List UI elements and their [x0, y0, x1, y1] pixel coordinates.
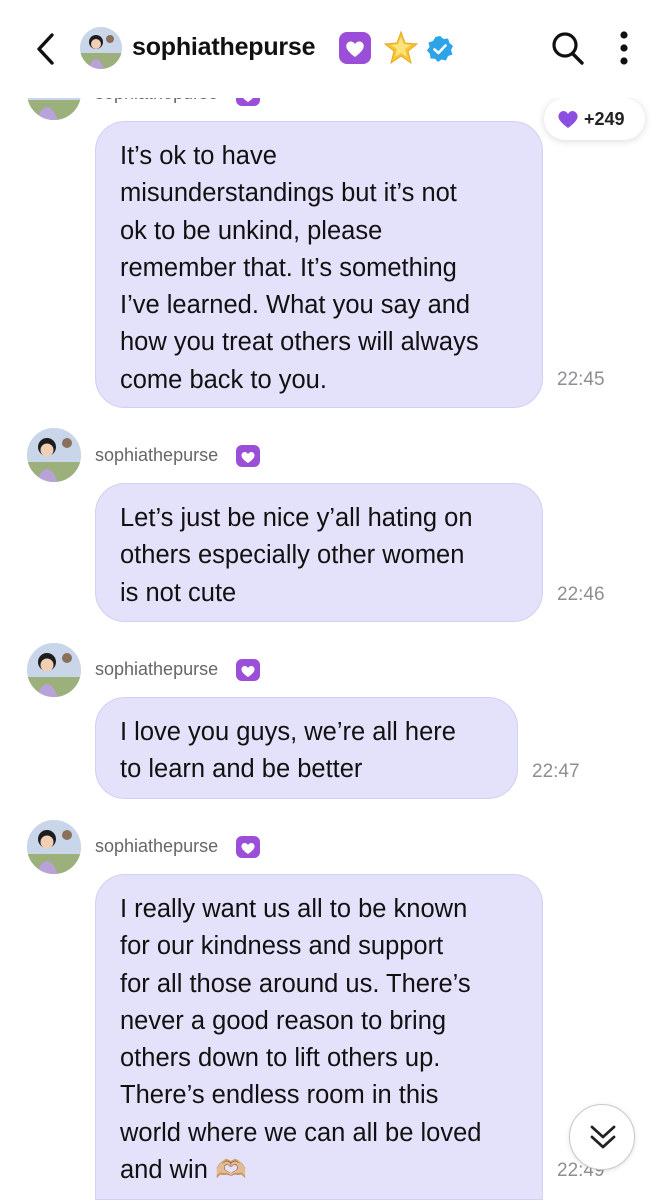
sender-avatar[interactable] — [27, 428, 81, 482]
more-options-button[interactable] — [612, 28, 636, 68]
sender-avatar[interactable] — [27, 820, 81, 874]
reaction-count: +249 — [584, 109, 625, 129]
message-bubble[interactable]: I love you guys, we’re all here to learn… — [95, 697, 518, 799]
search-icon — [552, 32, 584, 65]
sender-name: sophiathepurse — [95, 836, 219, 856]
verified-badge-icon — [427, 36, 453, 62]
purple-heart-icon — [558, 111, 578, 128]
message-time: 22:46 — [557, 584, 605, 605]
star-icon — [383, 30, 419, 65]
header-username[interactable]: sophiathepurse — [132, 33, 316, 62]
back-button[interactable] — [30, 30, 64, 68]
more-vertical-icon — [620, 31, 628, 65]
message-time: 22:47 — [532, 761, 580, 782]
purple-heart-icon — [236, 836, 260, 858]
back-chevron-icon — [37, 33, 54, 65]
sender-name: sophiathepurse — [95, 659, 219, 679]
double-chevron-down-icon — [590, 1125, 616, 1149]
purple-heart-icon — [339, 32, 371, 64]
reaction-counter[interactable]: +249 — [544, 98, 645, 140]
purple-heart-icon — [236, 445, 260, 467]
search-button[interactable] — [549, 28, 587, 68]
message-bubble[interactable]: Let’s just be nice y’all hating on other… — [95, 483, 543, 622]
sender-name: sophiathepurse — [95, 445, 219, 465]
purple-heart-icon — [236, 659, 260, 681]
message-bubble[interactable]: It’s ok to have misunderstandings but it… — [95, 121, 543, 408]
chat-header: sophiathepurse — [0, 0, 663, 98]
message-time: 22:45 — [557, 369, 605, 390]
sender-avatar[interactable] — [27, 643, 81, 697]
message-bubble[interactable]: I really want us all to be known for our… — [95, 874, 543, 1200]
header-avatar[interactable] — [80, 27, 122, 69]
scroll-to-bottom-button[interactable] — [569, 1104, 635, 1170]
